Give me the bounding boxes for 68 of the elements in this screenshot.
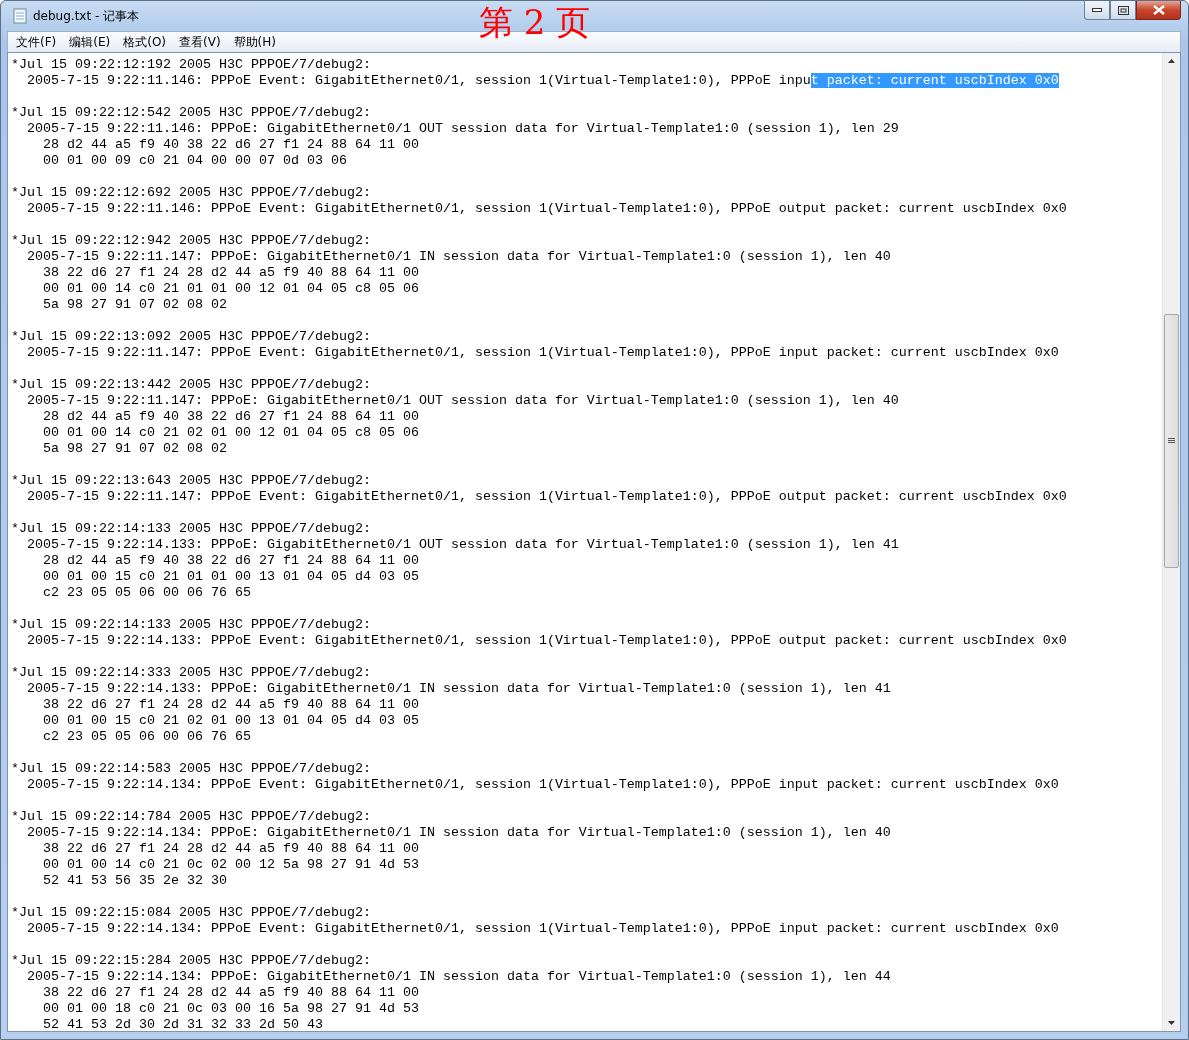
log-line: *Jul 15 09:22:13:442 2005 H3C PPPOE/7/debug2: <box>11 377 372 393</box>
log-line: *Jul 15 09:22:12:692 2005 H3C PPPOE/7/debug2: <box>11 185 372 201</box>
log-line: 2005-7-15 9:22:14.133: PPPoE: GigabitEthernet0/1 OUT session data for Virtual-Template1:0 (session 1), len 41 <box>26 537 900 553</box>
log-line: *Jul 15 09:22:14:784 2005 H3C PPPOE/7/debug2: <box>11 809 372 825</box>
log-line: 38 22 d6 27 f1 24 28 d2 44 a5 f9 40 88 64 11 00 <box>42 697 420 713</box>
grip-icon <box>1168 438 1175 444</box>
menu-item[interactable]: 编辑(E) <box>69 33 111 51</box>
log-line: 2005-7-15 9:22:14.133: PPPoE: GigabitEthernet0/1 IN session data for Virtual-Template1:0 (session 1), len 41 <box>26 681 892 697</box>
notepad-icon <box>13 8 27 24</box>
menu-item[interactable]: 格式(O) <box>123 33 167 51</box>
log-line: 00 01 00 18 c0 21 0c 03 00 16 5a 98 27 91 4d 53 <box>42 1001 420 1017</box>
log-line: 2005-7-15 9:22:11.147: PPPoE Event: GigabitEthernet0/1, session 1(Virtual-Template1:0), PPPoE input packet: current uscbIndex 0x0 <box>26 345 1060 361</box>
page-number: 第 2 页 <box>479 5 591 39</box>
minimize-button[interactable] <box>1084 1 1110 20</box>
log-line: 38 22 d6 27 f1 24 28 d2 44 a5 f9 40 88 64 11 00 <box>42 985 420 1001</box>
log-line: *Jul 15 09:22:12:942 2005 H3C PPPOE/7/debug2: <box>11 233 372 249</box>
scroll-up-icon[interactable] <box>1168 59 1175 63</box>
log-line: *Jul 15 09:22:13:092 2005 H3C PPPOE/7/debug2: <box>11 329 372 345</box>
log-line: 00 01 00 14 c0 21 01 01 00 12 01 04 05 c8 05 06 <box>42 281 420 297</box>
log-line: *Jul 15 09:22:12:192 2005 H3C PPPOE/7/debug2: <box>11 57 372 73</box>
log-line: 2005-7-15 9:22:11.147: PPPoE Event: GigabitEthernet0/1, session 1(Virtual-Template1:0), PPPoE output packet: current uscbIndex 0x0 <box>26 489 1068 505</box>
log-line: 28 d2 44 a5 f9 40 38 22 d6 27 f1 24 88 64 11 00 <box>42 553 420 569</box>
log-line: 2005-7-15 9:22:11.146: PPPoE: GigabitEthernet0/1 OUT session data for Virtual-Template1:0 (session 1), len 29 <box>26 121 900 137</box>
log-line: 52 41 53 2d 30 2d 31 32 33 2d 50 43 <box>42 1017 324 1031</box>
maximize-button[interactable] <box>1110 1 1136 20</box>
log-line: 2005-7-15 9:22:14.134: PPPoE: GigabitEthernet0/1 IN session data for Virtual-Template1:0 (session 1), len 40 <box>26 825 892 841</box>
scrollbar[interactable] <box>1162 53 1180 1031</box>
log-line: 5a 98 27 91 07 02 08 02 <box>42 441 228 457</box>
minimize-icon <box>1092 8 1102 12</box>
log-line: 2005-7-15 9:22:14.134: PPPoE: GigabitEthernet0/1 IN session data for Virtual-Template1:0 (session 1), len 44 <box>26 969 892 985</box>
close-button[interactable] <box>1136 1 1181 20</box>
log-line: *Jul 15 09:22:14:133 2005 H3C PPPOE/7/debug2: <box>11 617 372 633</box>
close-icon <box>1152 5 1165 15</box>
log-line: 52 41 53 56 35 2e 32 30 <box>42 873 228 889</box>
scroll-thumb[interactable] <box>1164 314 1179 568</box>
log-line: 2005-7-15 9:22:14.134: PPPoE Event: GigabitEthernet0/1, session 1(Virtual-Template1:0), PPPoE input packet: current uscbIndex 0x0 <box>26 777 1060 793</box>
log-line: 38 22 d6 27 f1 24 28 d2 44 a5 f9 40 88 64 11 00 <box>42 841 420 857</box>
log-line: *Jul 15 09:22:14:583 2005 H3C PPPOE/7/debug2: <box>11 761 372 777</box>
log-line: c2 23 05 05 06 00 06 76 65 <box>42 585 252 601</box>
log-line: *Jul 15 09:22:14:133 2005 H3C PPPOE/7/debug2: <box>11 521 372 537</box>
menu-item[interactable]: 文件(F) <box>16 33 57 51</box>
log-line: 38 22 d6 27 f1 24 28 d2 44 a5 f9 40 88 64 11 00 <box>42 265 420 281</box>
log-line: 2005-7-15 9:22:11.146: PPPoE Event: GigabitEthernet0/1, session 1(Virtual-Template1:0), PPPoE input packet: current uscbIndex 0x0 <box>26 73 1060 89</box>
log-line: 28 d2 44 a5 f9 40 38 22 d6 27 f1 24 88 64 11 00 <box>42 409 420 425</box>
scroll-down-icon[interactable] <box>1168 1021 1175 1025</box>
log-line: *Jul 15 09:22:13:643 2005 H3C PPPOE/7/debug2: <box>11 473 372 489</box>
selected-text: t packet: current uscbIndex 0x0 <box>810 73 1059 88</box>
log-line: 28 d2 44 a5 f9 40 38 22 d6 27 f1 24 88 64 11 00 <box>42 137 420 153</box>
log-line: c2 23 05 05 06 00 06 76 65 <box>42 729 252 745</box>
log-line: *Jul 15 09:22:14:333 2005 H3C PPPOE/7/debug2: <box>11 665 372 681</box>
window-title: debug.txt - 记事本 <box>33 7 140 25</box>
menu-item[interactable]: 帮助(H) <box>233 33 276 51</box>
log-line: *Jul 15 09:22:15:084 2005 H3C PPPOE/7/debug2: <box>11 905 372 921</box>
log-line: 00 01 00 15 c0 21 02 01 00 13 01 04 05 d4 03 05 <box>42 713 420 729</box>
log-line: 00 01 00 14 c0 21 02 01 00 12 01 04 05 c8 05 06 <box>42 425 420 441</box>
maximize-icon <box>1117 5 1129 15</box>
log-line: 2005-7-15 9:22:11.146: PPPoE Event: GigabitEthernet0/1, session 1(Virtual-Template1:0), PPPoE output packet: current uscbIndex 0x0 <box>26 201 1068 217</box>
log-line: 2005-7-15 9:22:14.133: PPPoE Event: GigabitEthernet0/1, session 1(Virtual-Template1:0), PPPoE output packet: current uscbIndex 0x0 <box>26 633 1068 649</box>
menu-item[interactable]: 查看(V) <box>179 33 221 51</box>
log-line: *Jul 15 09:22:15:284 2005 H3C PPPOE/7/debug2: <box>11 953 372 969</box>
log-line: 2005-7-15 9:22:11.147: PPPoE: GigabitEthernet0/1 IN session data for Virtual-Template1:0 (session 1), len 40 <box>26 249 892 265</box>
log-line: *Jul 15 09:22:12:542 2005 H3C PPPOE/7/debug2: <box>11 105 372 121</box>
log-line: 2005-7-15 9:22:11.147: PPPoE: GigabitEthernet0/1 OUT session data for Virtual-Template1:0 (session 1), len 40 <box>26 393 900 409</box>
log-line: 00 01 00 09 c0 21 04 00 00 07 0d 03 06 <box>42 153 348 169</box>
log-line: 00 01 00 15 c0 21 01 01 00 13 01 04 05 d4 03 05 <box>42 569 420 585</box>
log-line: 2005-7-15 9:22:14.134: PPPoE Event: GigabitEthernet0/1, session 1(Virtual-Template1:0), PPPoE input packet: current uscbIndex 0x0 <box>26 921 1060 937</box>
log-line: 00 01 00 14 c0 21 0c 02 00 12 5a 98 27 91 4d 53 <box>42 857 420 873</box>
log-line: 5a 98 27 91 07 02 08 02 <box>42 297 228 313</box>
